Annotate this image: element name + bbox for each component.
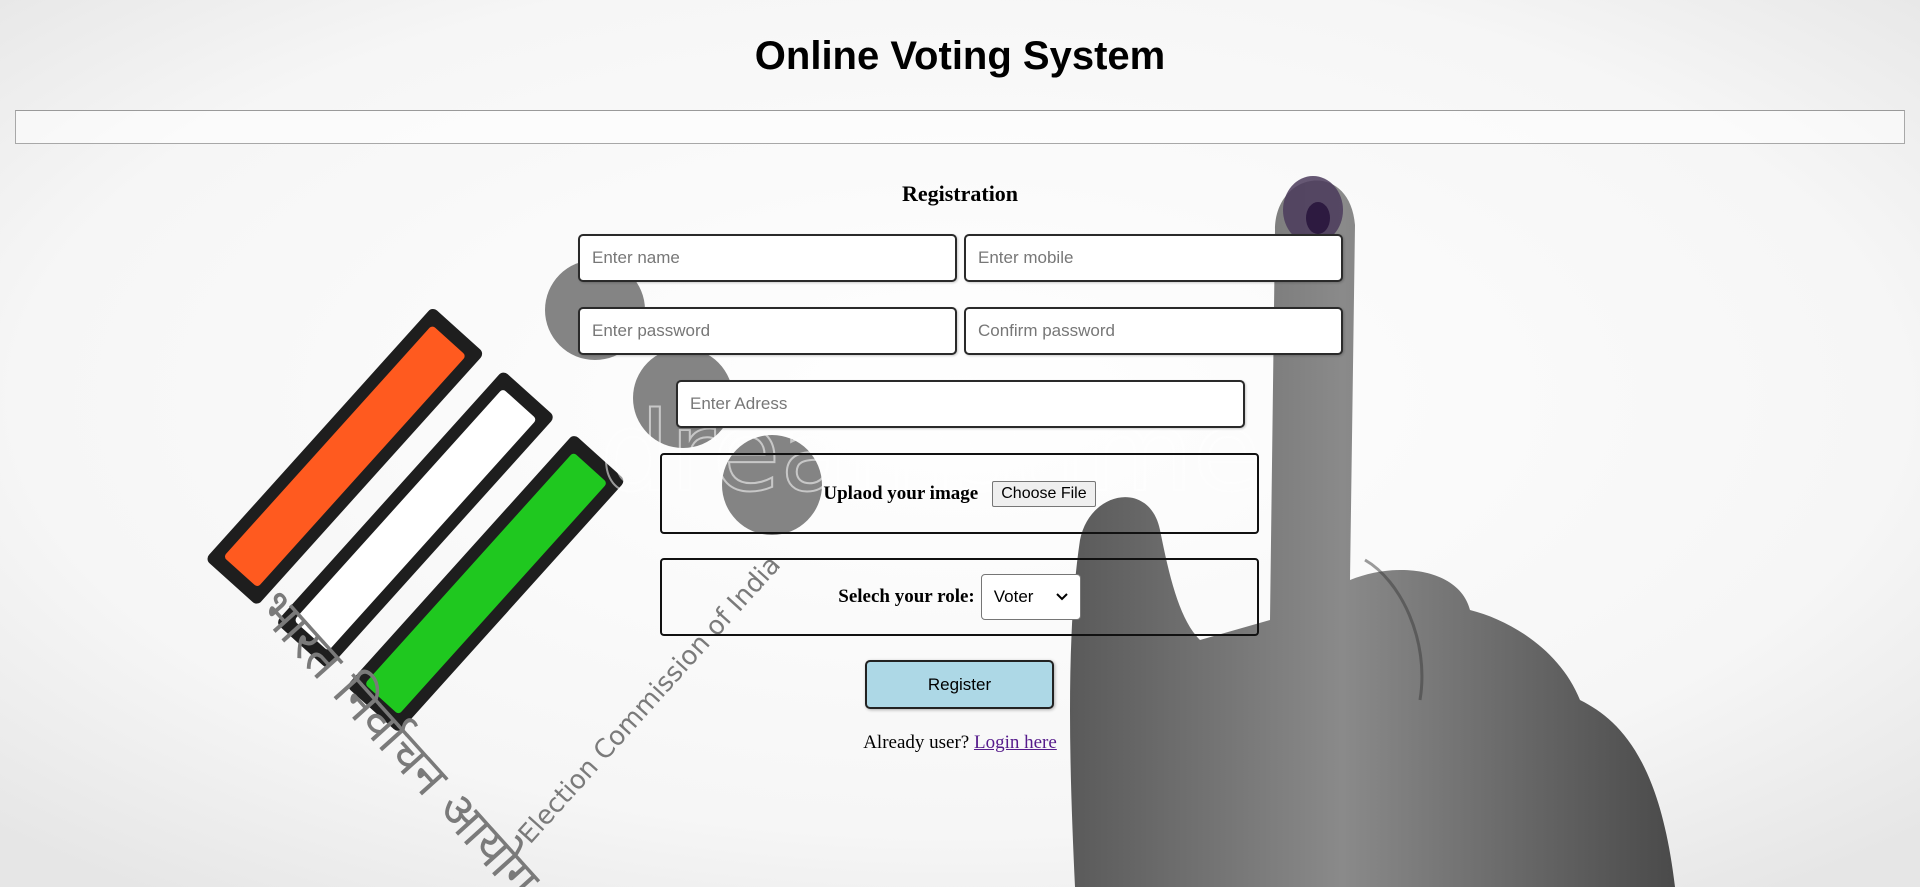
confirm-password-input[interactable] bbox=[964, 307, 1343, 355]
role-selected-value: Voter bbox=[993, 587, 1034, 606]
chevron-down-icon bbox=[1056, 593, 1068, 601]
role-label: Selech your role: bbox=[838, 586, 975, 607]
login-prompt: Already user? Login here bbox=[0, 732, 1920, 754]
login-link[interactable]: Login here bbox=[974, 732, 1057, 753]
page-title: Online Voting System bbox=[754, 34, 1166, 78]
mobile-input[interactable] bbox=[964, 234, 1343, 282]
register-button[interactable]: Register bbox=[865, 660, 1054, 709]
address-input[interactable] bbox=[676, 380, 1245, 428]
already-user-text: Already user? bbox=[863, 732, 970, 753]
upload-label: Uplaod your image bbox=[823, 482, 979, 504]
role-dropdown[interactable]: Voter bbox=[980, 574, 1081, 620]
password-input[interactable] bbox=[578, 307, 957, 355]
choose-file-button[interactable]: Choose File bbox=[992, 480, 1096, 507]
navbar bbox=[15, 110, 1905, 144]
name-input[interactable] bbox=[578, 234, 957, 282]
registration-heading: Registration bbox=[901, 181, 1019, 206]
image-upload-box: Uplaod your image Choose File bbox=[660, 453, 1259, 534]
role-select-box: Selech your role: Voter bbox=[660, 558, 1259, 636]
